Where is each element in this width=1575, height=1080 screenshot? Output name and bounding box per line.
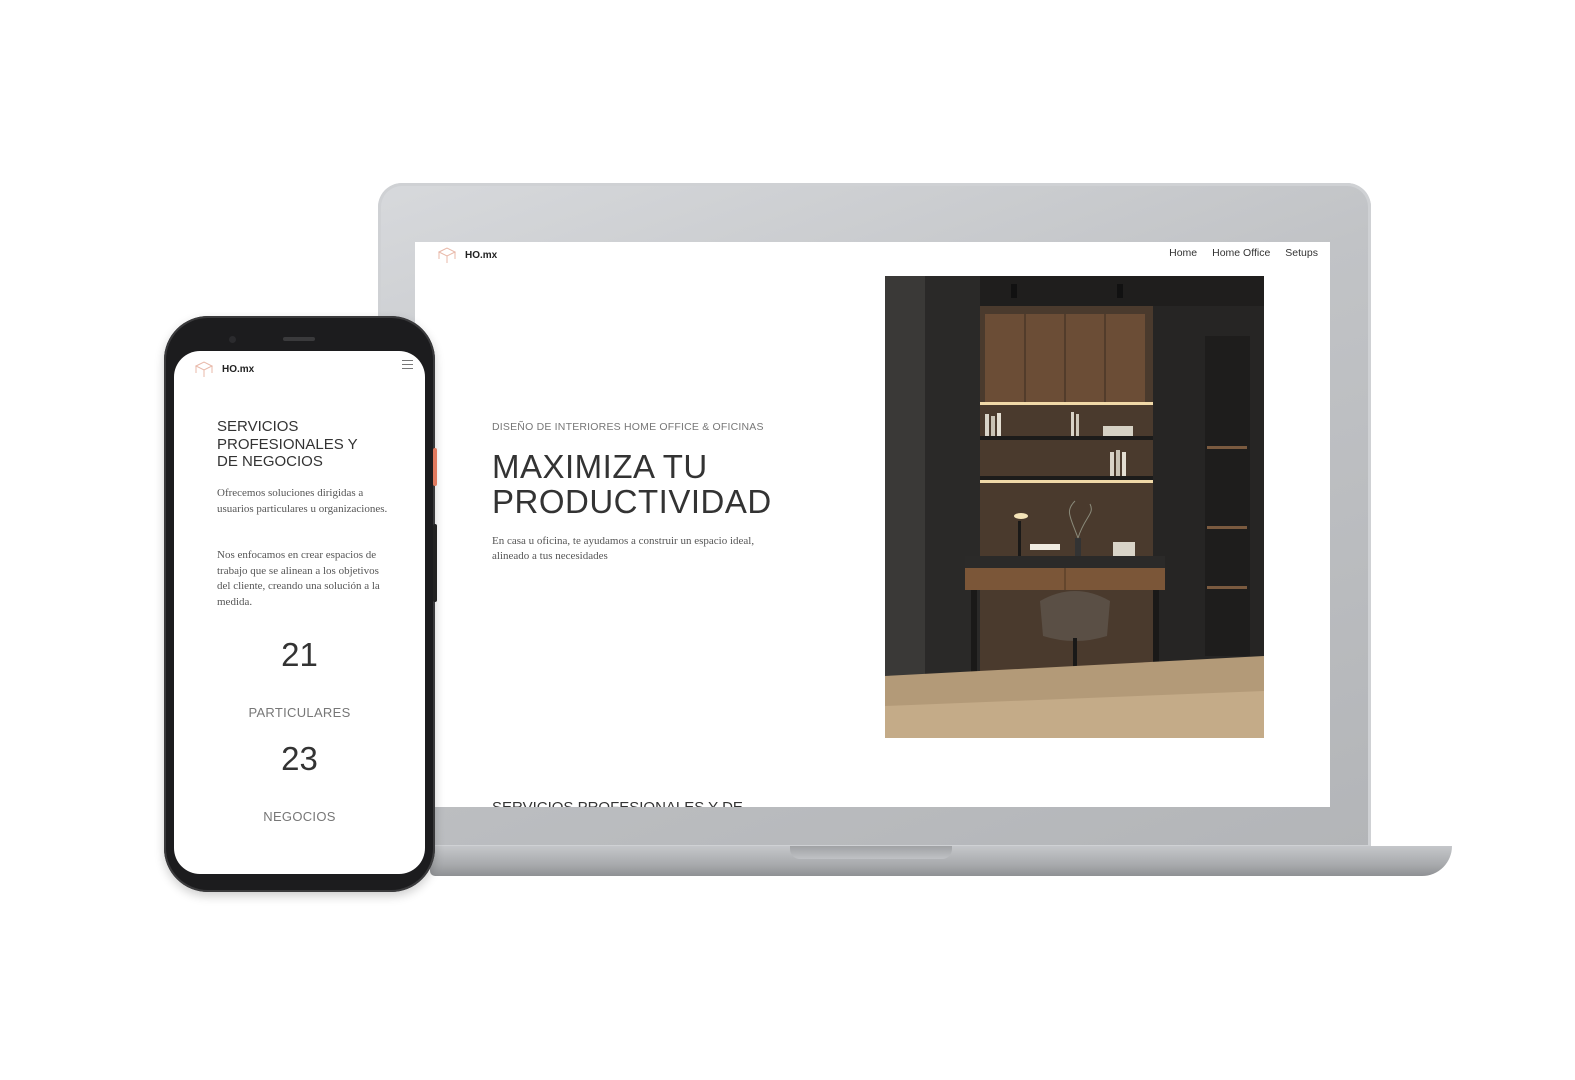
nav-home[interactable]: Home	[1169, 247, 1197, 259]
hero-title-line-2: PRODUCTIVIDAD	[492, 483, 772, 520]
hero-description-line-1: En casa u oficina, te ayudamos a constru…	[492, 535, 755, 547]
services-title: SERVICIOS PROFESIONALES Y DE NEGOCIOS	[217, 418, 387, 471]
stat-negocios-label: NEGOCIOS	[263, 809, 336, 824]
phone-camera	[229, 336, 236, 343]
services-title-line-2: PROFESIONALES Y	[217, 435, 358, 453]
phone-screen: HO.mx SERVICIOS PROFESIONALES Y DE NEGOC…	[174, 351, 425, 874]
stat-negocios-value: 23	[281, 740, 318, 777]
next-section-heading: SERVICIOS PROFESIONALES Y DE	[492, 799, 743, 807]
services-title-line-1: SERVICIOS	[217, 418, 299, 435]
laptop-screen: HO.mx Home Home Office Setups DISEÑO DE …	[415, 242, 1330, 807]
nav-home-office[interactable]: Home Office	[1212, 247, 1270, 259]
logo-text: HO.mx	[465, 249, 498, 261]
hero-title: MAXIMIZA TU PRODUCTIVIDAD	[492, 449, 772, 519]
site-logo[interactable]: HO.mx	[437, 246, 497, 264]
mobile-site-logo[interactable]: HO.mx	[194, 360, 254, 378]
desk-logo-icon	[194, 361, 214, 377]
laptop-notch	[790, 846, 952, 859]
hero-description: En casa u oficina, te ayudamos a constru…	[492, 534, 802, 564]
services-paragraph-1: Ofrecemos soluciones dirigidas a usuario…	[217, 487, 388, 515]
services-paragraph-2: Nos enfocamos en crear espacios de traba…	[217, 549, 380, 608]
desk-logo-icon	[437, 247, 457, 263]
hero-eyebrow: DISEÑO DE INTERIORES HOME OFFICE & OFICI…	[492, 421, 764, 433]
services-title-line-3: DE NEGOCIOS	[217, 453, 323, 470]
nav-setups[interactable]: Setups	[1285, 247, 1318, 259]
phone-power-button	[433, 448, 437, 486]
hamburger-menu-icon[interactable]	[402, 360, 413, 369]
main-nav: Home Home Office Setups	[1169, 247, 1318, 259]
hero-description-line-2: alineado a tus necesidades	[492, 550, 608, 562]
phone-speaker	[283, 337, 315, 341]
stat-particulares-value: 21	[281, 636, 318, 673]
phone-volume-button	[433, 524, 437, 602]
mobile-logo-text: HO.mx	[222, 363, 255, 375]
home-office-photo	[885, 276, 1264, 738]
hero-title-line-1: MAXIMIZA TU	[492, 448, 708, 485]
stat-particulares-label: PARTICULARES	[248, 705, 351, 720]
